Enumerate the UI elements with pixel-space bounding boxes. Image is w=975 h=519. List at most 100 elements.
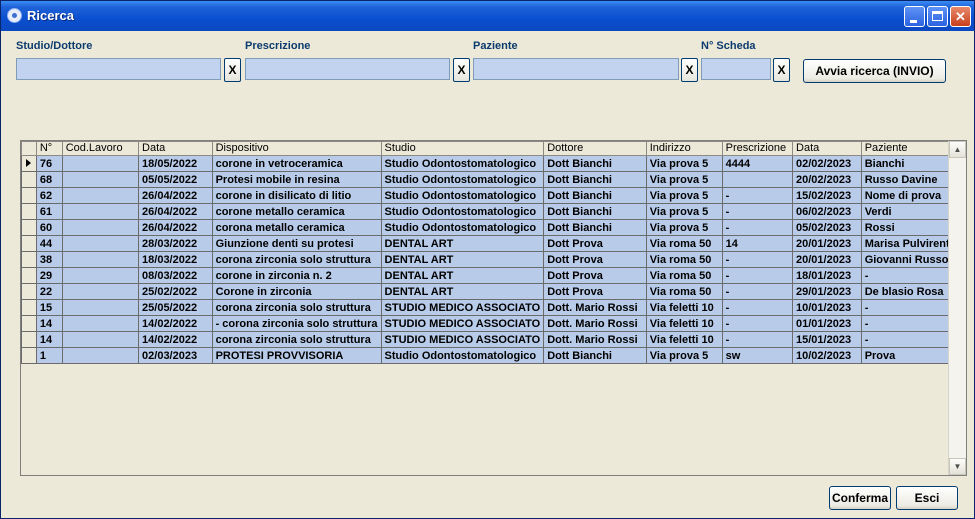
table-cell[interactable]: 18/01/2023 <box>792 267 862 284</box>
table-cell[interactable]: Dott Bianchi <box>543 187 647 204</box>
table-cell[interactable]: Studio Odontostomatologico <box>380 219 545 236</box>
table-cell[interactable]: Protesi mobile in resina <box>211 171 382 188</box>
table-cell[interactable] <box>61 219 140 236</box>
table-cell[interactable]: - <box>860 299 960 316</box>
table-cell[interactable]: 25/02/2022 <box>138 283 213 300</box>
paziente-input[interactable] <box>473 58 679 80</box>
table-row[interactable]: 68 05/05/2022 Protesi mobile in resina Stud… <box>21 171 966 188</box>
table-cell[interactable]: DENTAL ART <box>380 267 545 284</box>
table-cell[interactable]: 25/05/2022 <box>138 299 213 316</box>
title-bar[interactable]: Ricerca ✕ <box>1 1 974 31</box>
prescrizione-input[interactable] <box>245 58 450 80</box>
table-cell[interactable]: - <box>860 315 960 332</box>
table-cell[interactable]: - <box>721 299 794 316</box>
table-cell[interactable]: 44 <box>35 235 63 252</box>
table-cell[interactable]: - corona zirconia solo struttura <box>211 315 382 332</box>
table-cell[interactable]: Via feletti 10 <box>645 315 723 332</box>
row-indicator[interactable] <box>21 347 37 364</box>
table-cell[interactable]: 14 <box>35 315 63 332</box>
table-row[interactable]: 15 25/05/2022 corona zirconia solo struttu… <box>21 299 966 316</box>
table-cell[interactable]: Prova <box>860 347 960 364</box>
table-cell[interactable]: Via roma 50 <box>645 283 723 300</box>
table-cell[interactable]: Via roma 50 <box>645 251 723 268</box>
table-row[interactable]: 38 18/03/2022 corona zirconia solo struttu… <box>21 251 966 268</box>
table-cell[interactable]: Studio Odontostomatologico <box>380 155 545 172</box>
table-row[interactable]: 61 26/04/2022 corone metallo ceramica Studi… <box>21 203 966 220</box>
table-cell[interactable]: 14 <box>721 235 794 252</box>
table-cell[interactable] <box>61 155 140 172</box>
table-cell[interactable]: - <box>721 331 794 348</box>
table-cell[interactable]: 26/04/2022 <box>138 219 213 236</box>
table-cell[interactable]: - <box>860 331 960 348</box>
table-cell[interactable]: Verdi <box>860 203 960 220</box>
scroll-up-button[interactable]: ▲ <box>949 141 966 158</box>
table-cell[interactable]: Giovanni Russo <box>860 251 960 268</box>
table-cell[interactable] <box>61 187 140 204</box>
table-cell[interactable]: Russo Davine <box>860 171 960 188</box>
table-cell[interactable]: 01/01/2023 <box>792 315 862 332</box>
table-cell[interactable]: 1 <box>35 347 63 364</box>
table-cell[interactable] <box>61 267 140 284</box>
table-cell[interactable]: Studio Odontostomatologico <box>380 187 545 204</box>
row-indicator[interactable] <box>21 315 37 332</box>
table-cell[interactable]: 4444 <box>721 155 794 172</box>
table-cell[interactable] <box>61 251 140 268</box>
table-cell[interactable]: 20/01/2023 <box>792 251 862 268</box>
table-cell[interactable]: 06/02/2023 <box>792 203 862 220</box>
table-cell[interactable] <box>61 283 140 300</box>
table-cell[interactable]: 08/03/2022 <box>138 267 213 284</box>
table-cell[interactable]: 61 <box>35 203 63 220</box>
table-cell[interactable]: Bianchi <box>860 155 960 172</box>
scheda-input[interactable] <box>701 58 771 80</box>
table-cell[interactable]: - <box>721 283 794 300</box>
table-cell[interactable]: - <box>721 267 794 284</box>
table-cell[interactable]: 02/03/2023 <box>138 347 213 364</box>
table-cell[interactable]: 14/02/2022 <box>138 315 213 332</box>
table-cell[interactable]: STUDIO MEDICO ASSOCIATO <box>380 331 545 348</box>
table-cell[interactable]: Via prova 5 <box>645 171 723 188</box>
table-cell[interactable]: Via prova 5 <box>645 155 723 172</box>
table-cell[interactable]: 14 <box>35 331 63 348</box>
col-header-prescrizione[interactable]: Prescrizione <box>721 141 794 156</box>
table-cell[interactable]: Via roma 50 <box>645 267 723 284</box>
row-indicator[interactable] <box>21 171 37 188</box>
table-cell[interactable]: 05/02/2023 <box>792 219 862 236</box>
table-row[interactable]: 62 26/04/2022 corone in disilicato di liti… <box>21 187 966 204</box>
start-search-button[interactable]: Avvia ricerca (INVIO) <box>803 59 946 83</box>
row-indicator[interactable] <box>21 155 37 172</box>
table-cell[interactable]: Via roma 50 <box>645 235 723 252</box>
table-cell[interactable]: corona zirconia solo struttura <box>211 251 382 268</box>
exit-button[interactable]: Esci <box>896 486 958 510</box>
row-indicator[interactable] <box>21 299 37 316</box>
table-cell[interactable]: Dott Bianchi <box>543 155 647 172</box>
table-cell[interactable]: Marisa Pulvirenti <box>860 235 960 252</box>
row-indicator[interactable] <box>21 267 37 284</box>
table-cell[interactable]: Nome di prova <box>860 187 960 204</box>
row-indicator[interactable] <box>21 187 37 204</box>
col-header-dispositivo[interactable]: Dispositivo <box>211 141 382 156</box>
col-header-data[interactable]: Data <box>138 141 213 156</box>
confirm-button[interactable]: Conferma <box>829 486 891 510</box>
table-cell[interactable] <box>61 331 140 348</box>
table-cell[interactable] <box>721 171 794 188</box>
table-cell[interactable]: corona zirconia solo struttura <box>211 299 382 316</box>
table-cell[interactable] <box>61 235 140 252</box>
table-cell[interactable]: 38 <box>35 251 63 268</box>
col-header-data-2[interactable]: Data <box>792 141 862 156</box>
table-cell[interactable]: sw <box>721 347 794 364</box>
table-cell[interactable]: Dott. Mario Rossi <box>543 299 647 316</box>
row-indicator[interactable] <box>21 203 37 220</box>
table-cell[interactable]: 29/01/2023 <box>792 283 862 300</box>
table-cell[interactable]: - <box>721 203 794 220</box>
minimize-button[interactable] <box>904 6 925 27</box>
table-row[interactable]: 14 14/02/2022 - corona zirconia solo stru… <box>21 315 966 332</box>
row-indicator[interactable] <box>21 283 37 300</box>
table-cell[interactable]: - <box>721 187 794 204</box>
table-cell[interactable]: Dott. Mario Rossi <box>543 315 647 332</box>
table-cell[interactable] <box>61 315 140 332</box>
table-cell[interactable]: Via feletti 10 <box>645 299 723 316</box>
table-cell[interactable]: DENTAL ART <box>380 235 545 252</box>
table-cell[interactable]: Via feletti 10 <box>645 331 723 348</box>
table-cell[interactable]: Giunzione denti su protesi <box>211 235 382 252</box>
table-cell[interactable]: 26/04/2022 <box>138 203 213 220</box>
